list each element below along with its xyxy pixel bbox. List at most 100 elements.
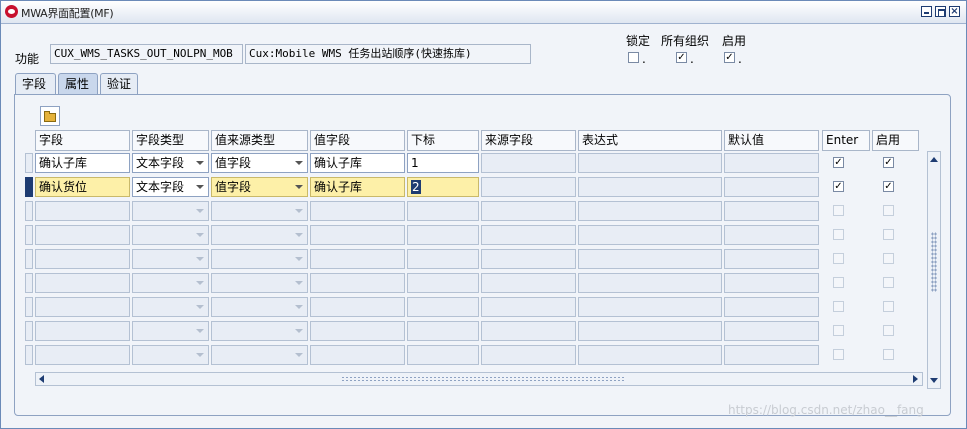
empty-cell[interactable] [35,225,130,245]
enter-checkbox[interactable] [833,301,844,312]
empty-cell[interactable] [35,249,130,269]
enabled-checkbox[interactable] [883,325,894,336]
chevron-down-icon[interactable] [196,281,204,285]
empty-cell[interactable] [310,345,405,365]
cell-field[interactable]: 确认子库 [35,153,130,173]
cell-field[interactable]: 确认货位 [35,177,130,197]
chevron-down-icon[interactable] [196,185,204,189]
empty-cell[interactable] [132,225,209,245]
empty-cell[interactable] [132,201,209,221]
empty-cell[interactable] [578,321,722,341]
empty-cell[interactable] [481,201,576,221]
enter-checkbox[interactable] [833,229,844,240]
all-orgs-checkbox[interactable]: ✓ [676,52,687,63]
enabled-checkbox[interactable]: ✓ [883,157,894,168]
empty-cell[interactable] [310,297,405,317]
scroll-right-icon[interactable] [910,374,920,384]
empty-cell[interactable] [211,249,308,269]
chevron-down-icon[interactable] [295,329,303,333]
empty-cell[interactable] [578,297,722,317]
row-marker[interactable] [25,321,33,341]
empty-cell[interactable] [211,297,308,317]
empty-cell[interactable] [724,297,819,317]
empty-cell[interactable] [724,345,819,365]
empty-cell[interactable] [724,321,819,341]
scroll-left-icon[interactable] [37,374,47,384]
chevron-down-icon[interactable] [196,257,204,261]
empty-cell[interactable] [35,297,130,317]
empty-cell[interactable] [310,321,405,341]
cell-source-type[interactable]: 值字段 [211,153,308,173]
enabled-checkbox[interactable] [883,349,894,360]
cell-index[interactable]: 1 [407,153,479,173]
enabled-checkbox[interactable] [883,301,894,312]
empty-cell[interactable] [132,345,209,365]
enter-checkbox[interactable] [833,277,844,288]
cell-field-type[interactable]: 文本字段 [132,153,209,173]
cell-index[interactable]: 2 [407,177,479,197]
empty-cell[interactable] [407,249,479,269]
empty-cell[interactable] [724,225,819,245]
enter-checkbox[interactable]: ✓ [833,181,844,192]
cell-value-field[interactable]: 确认子库 [310,153,405,173]
enabled-checkbox[interactable] [883,229,894,240]
enabled-checkbox[interactable] [883,253,894,264]
scroll-grip[interactable] [341,376,626,382]
cell-value-field[interactable]: 确认子库 [310,177,405,197]
chevron-down-icon[interactable] [295,161,303,165]
maximize-icon[interactable] [935,6,946,17]
empty-cell[interactable] [132,273,209,293]
empty-cell[interactable] [481,297,576,317]
enabled-checkbox[interactable]: ✓ [724,52,735,63]
empty-cell[interactable] [481,273,576,293]
empty-cell[interactable] [578,273,722,293]
empty-cell[interactable] [407,321,479,341]
row-marker[interactable] [25,153,33,173]
cell-default[interactable] [724,177,819,197]
empty-cell[interactable] [578,201,722,221]
empty-cell[interactable] [211,273,308,293]
empty-cell[interactable] [724,201,819,221]
close-icon[interactable]: × [949,6,960,17]
function-code-field[interactable]: CUX_WMS_TASKS_OUT_NOLPN_MOB [50,44,243,64]
empty-cell[interactable] [407,201,479,221]
empty-cell[interactable] [310,273,405,293]
empty-cell[interactable] [211,345,308,365]
chevron-down-icon[interactable] [295,257,303,261]
chevron-down-icon[interactable] [295,281,303,285]
empty-cell[interactable] [481,321,576,341]
cell-source-field[interactable] [481,177,576,197]
tab-attributes[interactable]: 属性 [58,73,98,94]
row-marker[interactable] [25,273,33,293]
function-desc-field[interactable]: Cux:Mobile WMS 任务出站顺序(快速拣库) [245,44,531,64]
cell-source-type[interactable]: 值字段 [211,177,308,197]
current-row-marker[interactable] [25,177,33,197]
minimize-icon[interactable] [921,6,932,17]
chevron-down-icon[interactable] [196,305,204,309]
empty-cell[interactable] [132,249,209,269]
empty-cell[interactable] [35,321,130,341]
tab-validation[interactable]: 验证 [100,73,138,94]
row-marker[interactable] [25,249,33,269]
empty-cell[interactable] [35,345,130,365]
empty-cell[interactable] [132,297,209,317]
scroll-down-icon[interactable] [929,375,939,385]
enabled-checkbox[interactable] [883,205,894,216]
chevron-down-icon[interactable] [295,233,303,237]
chevron-down-icon[interactable] [295,185,303,189]
cell-expression[interactable] [578,153,722,173]
row-marker[interactable] [25,225,33,245]
empty-cell[interactable] [407,297,479,317]
folder-icon[interactable] [40,106,60,126]
chevron-down-icon[interactable] [196,329,204,333]
chevron-down-icon[interactable] [196,161,204,165]
enter-checkbox[interactable] [833,349,844,360]
empty-cell[interactable] [211,321,308,341]
lock-checkbox[interactable] [628,52,639,63]
vertical-scrollbar[interactable] [927,151,941,389]
empty-cell[interactable] [481,249,576,269]
empty-cell[interactable] [310,225,405,245]
empty-cell[interactable] [481,345,576,365]
cell-default[interactable] [724,153,819,173]
enabled-checkbox[interactable]: ✓ [883,181,894,192]
